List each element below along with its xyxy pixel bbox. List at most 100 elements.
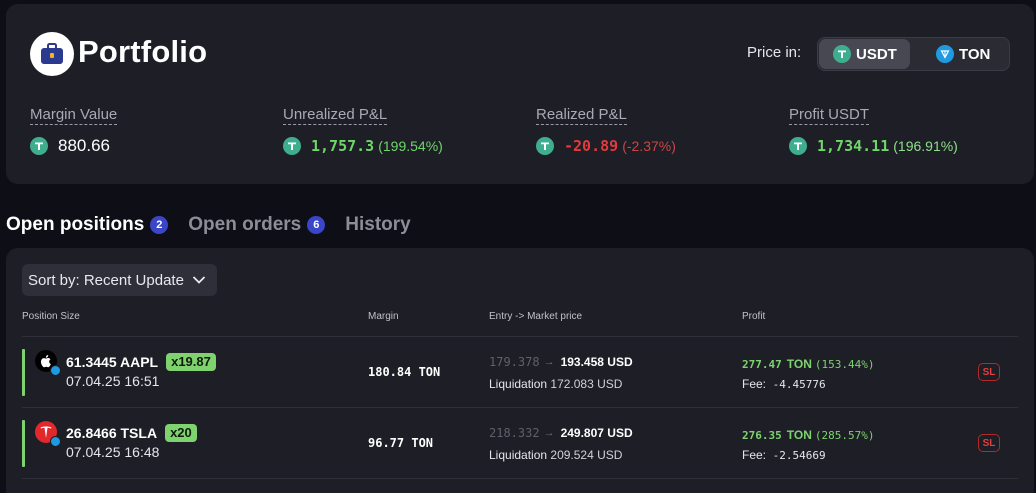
metric-label: Profit USDT — [789, 106, 870, 125]
briefcase-icon — [30, 32, 74, 76]
row-divider — [22, 478, 1018, 479]
position-fee: Fee: -4.45776 — [742, 377, 826, 391]
metric-value: 1,734.11 — [817, 137, 890, 155]
fee-value: -4.45776 — [772, 378, 826, 391]
metric-value-row: 1,757.3 (199.54%) — [283, 135, 443, 157]
tab-label: Open orders — [188, 214, 302, 235]
position-size-value: 61.3445 AAPL — [66, 354, 159, 370]
currency-toggle: USDT TON — [817, 37, 1010, 71]
tether-icon — [536, 137, 554, 155]
entry-market-price: 218.332 → 249.807 USD — [489, 426, 633, 440]
position-size: 26.8466 TSLA x20 — [66, 424, 197, 442]
column-header-margin: Margin — [368, 311, 399, 322]
liquidation-price: Liquidation 209.524 USD — [489, 448, 622, 462]
arrow-right-icon: → — [543, 427, 555, 439]
stop-loss-button[interactable]: SL — [978, 363, 1000, 381]
metric-unrealized-pnl: Unrealized P&L 1,757.3 (199.54%) — [283, 106, 443, 157]
entry-price: 179.378 — [489, 355, 540, 369]
fee-value: -2.54669 — [772, 449, 826, 462]
tab-count-badge: 6 — [307, 216, 326, 234]
position-profit: 276.35 TON (285.57%) — [742, 428, 874, 442]
metric-margin-value: Margin Value 880.66 — [30, 106, 118, 157]
metric-realized-pnl: Realized P&L -20.89 (-2.37%) — [536, 106, 676, 157]
table-row[interactable]: 26.8466 TSLA x20 07.04.25 16:48 96.77 TO… — [22, 408, 1018, 478]
fee-label: Fee: — [742, 377, 767, 391]
tether-icon — [30, 137, 48, 155]
arrow-right-icon: → — [543, 356, 555, 368]
metric-value: 880.66 — [58, 136, 110, 155]
tether-icon — [283, 137, 301, 155]
tesla-icon — [35, 421, 61, 447]
position-margin: 96.77 TON — [368, 436, 434, 450]
tether-icon — [833, 45, 851, 63]
metric-profit-usdt: Profit USDT 1,734.11 (196.91%) — [789, 106, 958, 157]
entry-market-price: 179.378 → 193.458 USD — [489, 355, 633, 369]
position-size: 61.3445 AAPL x19.87 — [66, 353, 216, 371]
metric-percent: (-2.37%) — [622, 138, 676, 154]
ton-icon — [50, 365, 61, 376]
metric-percent: (196.91%) — [893, 138, 958, 154]
row-accent-bar — [22, 420, 25, 467]
currency-option-ton[interactable]: TON — [936, 39, 1006, 69]
profit-value: 276.35 — [742, 428, 782, 442]
currency-option-label: USDT — [856, 45, 897, 63]
positions-panel: Sort by: Recent Update Position Size Mar… — [6, 248, 1034, 493]
leverage-badge: x20 — [165, 424, 197, 442]
profit-percent: (285.57%) — [814, 428, 875, 442]
market-price: 249.807 USD — [560, 426, 633, 440]
metric-value-row: 1,734.11 (196.91%) — [789, 135, 958, 157]
currency-option-label: TON — [959, 45, 991, 63]
metric-label: Margin Value — [30, 106, 118, 125]
column-header-position-size: Position Size — [22, 311, 80, 322]
sort-label: Sort by: Recent Update — [28, 271, 184, 289]
metric-value: -20.89 — [564, 137, 619, 155]
tab-count-badge: 2 — [150, 216, 169, 234]
metric-label: Realized P&L — [536, 106, 627, 125]
liquidation-label: Liquidation — [489, 377, 548, 391]
market-price: 193.458 USD — [560, 355, 633, 369]
liquidation-value: 172.083 USD — [550, 377, 623, 391]
position-date: 07.04.25 16:51 — [66, 373, 160, 389]
position-size-value: 26.8466 TSLA — [66, 425, 158, 441]
row-accent-bar — [22, 349, 25, 396]
ton-icon — [936, 45, 954, 63]
profit-value: 277.47 — [742, 357, 782, 371]
leverage-badge: x19.87 — [166, 353, 216, 371]
position-fee: Fee: -2.54669 — [742, 448, 826, 462]
metric-value-row: 880.66 — [30, 135, 117, 157]
page-title: Portfolio — [78, 34, 208, 69]
tether-icon — [789, 137, 807, 155]
liquidation-value: 209.524 USD — [550, 448, 623, 462]
position-margin: 180.84 TON — [368, 365, 441, 379]
currency-option-usdt[interactable]: USDT — [819, 39, 910, 69]
apple-icon — [35, 350, 61, 376]
entry-price: 218.332 — [489, 426, 540, 440]
table-row[interactable]: 61.3445 AAPL x19.87 07.04.25 16:51 180.8… — [22, 337, 1018, 407]
profit-unit: TON — [786, 357, 812, 371]
fee-label: Fee: — [742, 448, 767, 462]
tab-open-orders[interactable]: Open orders 6 — [188, 214, 326, 236]
profit-percent: (153.44%) — [814, 357, 875, 371]
stop-loss-button[interactable]: SL — [978, 434, 1000, 452]
column-header-entry-market-price: Entry -> Market price — [489, 311, 583, 322]
position-date: 07.04.25 16:48 — [66, 444, 160, 460]
tab-open-positions[interactable]: Open positions 2 — [6, 214, 169, 236]
price-in-label: Price in: — [747, 44, 802, 61]
metric-percent: (199.54%) — [378, 138, 443, 154]
tab-history[interactable]: History — [345, 214, 410, 236]
position-tabs: Open positions 2 Open orders 6 History — [6, 214, 431, 236]
chevron-down-icon — [192, 276, 206, 284]
liquidation-price: Liquidation 172.083 USD — [489, 377, 622, 391]
tab-label: History — [345, 214, 411, 235]
liquidation-label: Liquidation — [489, 448, 548, 462]
tab-label: Open positions — [6, 214, 145, 235]
ton-icon — [50, 436, 61, 447]
metric-label: Unrealized P&L — [283, 106, 388, 125]
portfolio-card: Portfolio Price in: USDT TON Margin Valu… — [6, 4, 1034, 184]
metric-value: 1,757.3 — [311, 137, 375, 155]
position-profit: 277.47 TON (153.44%) — [742, 357, 874, 371]
profit-unit: TON — [786, 428, 812, 442]
metric-value-row: -20.89 (-2.37%) — [536, 135, 676, 157]
column-header-profit: Profit — [742, 311, 766, 322]
sort-dropdown[interactable]: Sort by: Recent Update — [22, 264, 217, 296]
